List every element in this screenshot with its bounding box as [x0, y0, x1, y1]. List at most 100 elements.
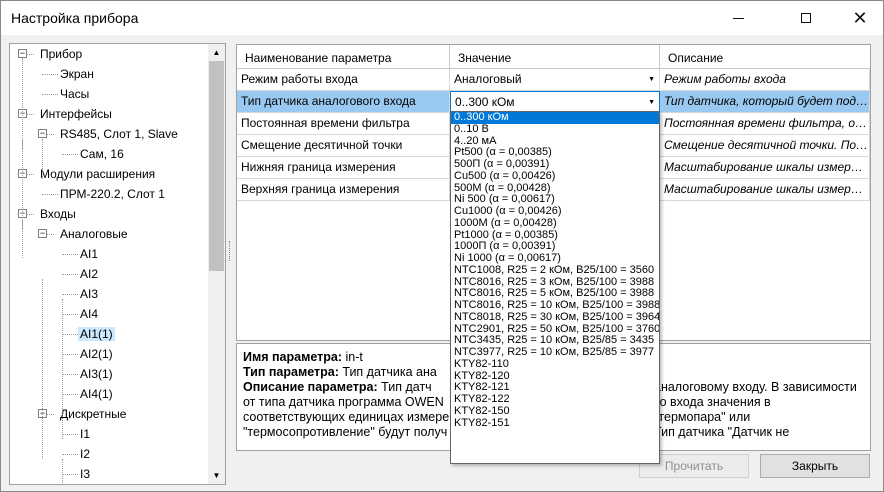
dropdown-option[interactable]: Pt500 (α = 0,00385) [451, 147, 659, 159]
info-desc-text-2a: от типа датчика программа OWEN [243, 395, 444, 409]
param-description-cell: Режим работы входа [660, 69, 870, 90]
info-desc-label: Описание параметра: [243, 380, 378, 394]
dropdown-option[interactable]: KTY82-120 [451, 371, 659, 383]
dropdown-option[interactable]: Cu500 (α = 0,00426) [451, 171, 659, 183]
param-name-cell: Тип датчика аналогового входа [237, 91, 450, 112]
tree-item[interactable]: ПРМ-220.2, Слот 1 [58, 185, 167, 203]
tree-item[interactable]: Экран [58, 65, 96, 83]
tree-item[interactable]: AI2 [78, 265, 100, 283]
dropdown-option[interactable]: 500П (α = 0,00391) [451, 159, 659, 171]
dropdown-option[interactable]: NTC2901, R25 = 50 кОм, B25/100 = 3760 [451, 324, 659, 336]
dropdown-option[interactable]: KTY82-151 [451, 418, 659, 430]
splitter-handle[interactable] [229, 241, 232, 261]
tree-collapse-icon[interactable]: − [18, 49, 27, 58]
dropdown-option[interactable]: 4..20 мА [451, 136, 659, 148]
dropdown-option[interactable]: NTC3435, R25 = 10 кОм, B25/85 = 3435 [451, 335, 659, 347]
dropdown-option[interactable]: KTY82-110 [451, 359, 659, 371]
tree-item[interactable]: Сам, 16 [78, 145, 126, 163]
tree-item[interactable]: AI4 [78, 305, 100, 323]
tree-item[interactable]: Модули расширения [38, 165, 157, 183]
tree-item[interactable]: AI4(1) [78, 385, 115, 403]
grid-row[interactable]: Тип датчика аналогового входа 0..300 кОм ▼… [237, 91, 870, 113]
maximize-button[interactable] [783, 1, 829, 35]
tree-connector [62, 454, 78, 455]
column-header-name[interactable]: Наименование параметра [237, 45, 450, 69]
tree-item[interactable]: AI3(1) [78, 365, 115, 383]
triangle-up-icon: ▲ [212, 48, 221, 57]
tree-item[interactable]: RS485, Слот 1, Slave [58, 125, 180, 143]
dropdown-option[interactable]: Pt1000 (α = 0,00385) [451, 230, 659, 242]
dropdown-option[interactable]: NTC1008, R25 = 2 кОм, B25/100 = 3560 [451, 265, 659, 277]
param-value-text: Аналоговый [454, 72, 522, 86]
dropdown-option[interactable]: NTC8016, R25 = 3 кОм, B25/100 = 3988 [451, 277, 659, 289]
tree-scrollbar[interactable]: ▲ ▼ [208, 44, 225, 484]
minimize-icon [732, 17, 744, 19]
tree-item[interactable]: AI2(1) [78, 345, 115, 363]
dropdown-option[interactable]: KTY82-122 [451, 394, 659, 406]
param-description-cell: Постоянная времени фильтра, от 0 до... [660, 113, 870, 134]
sensor-type-dropdown-list[interactable]: 0..300 кОм 0..10 В 4..20 мА Pt500 (α = 0,00… [450, 111, 660, 464]
dropdown-option[interactable]: NTC8016, R25 = 10 кОм, B25/100 = 3988 [451, 300, 659, 312]
tree-item[interactable]: I1 [78, 425, 92, 443]
dropdown-option[interactable]: NTC8016, R25 = 5 кОм, B25/100 = 3988 [451, 288, 659, 300]
scroll-thumb[interactable] [209, 61, 224, 271]
tree-guide-line [22, 139, 23, 149]
dropdown-arrow-icon[interactable]: ▼ [648, 92, 655, 111]
dropdown-option[interactable]: Cu1000 (α = 0,00426) [451, 206, 659, 218]
close-window-button[interactable]: ✕ [837, 1, 883, 35]
tree-item-label: Часы [60, 87, 90, 101]
column-header-value[interactable]: Значение [450, 45, 660, 69]
dropdown-option[interactable]: 1000М (α = 0,00428) [451, 218, 659, 230]
param-name-cell: Верхняя граница измерения [237, 179, 450, 200]
dropdown-option[interactable]: Ni 500 (α = 0,00617) [451, 194, 659, 206]
tree-guide-line [62, 299, 63, 439]
tree-collapse-icon[interactable]: − [38, 229, 47, 238]
dropdown-arrow-icon[interactable]: ▼ [648, 69, 655, 90]
tree-item[interactable]: AI3 [78, 285, 100, 303]
tree-item[interactable]: AI1 [78, 245, 100, 263]
dropdown-option[interactable]: 500М (α = 0,00428) [451, 183, 659, 195]
param-description-cell: Тип датчика, который будет подключё... [660, 91, 870, 112]
dropdown-option[interactable]: NTC3977, R25 = 10 кОм, B25/85 = 3977 [451, 347, 659, 359]
tree-connector [62, 274, 78, 275]
info-desc-text-3b: "термопара" или [654, 410, 751, 424]
tree-item[interactable]: I2 [78, 445, 92, 463]
tree-item[interactable]: Интерфейсы [38, 105, 114, 123]
tree-connector [62, 434, 78, 435]
dropdown-option[interactable]: 1000П (α = 0,00391) [451, 241, 659, 253]
param-value-cell[interactable]: Аналоговый ▼ [450, 69, 660, 90]
tree-item-label: I2 [80, 447, 91, 461]
tree-connector [62, 254, 78, 255]
tree-item[interactable]: Входы [38, 205, 78, 223]
dropdown-option[interactable]: 0..300 кОм [451, 112, 659, 124]
column-header-description[interactable]: Описание [660, 45, 870, 69]
tree-item[interactable]: Дискретные [58, 405, 128, 423]
device-tree[interactable]: − Прибор Экран Часы − Интерфейсы − RS485, Слот … [9, 43, 226, 485]
dropdown-option[interactable]: KTY82-150 [451, 406, 659, 418]
grid-row[interactable]: Режим работы входа Аналоговый ▼ Режим работ… [237, 69, 870, 91]
dropdown-option[interactable]: KTY82-121 [451, 382, 659, 394]
close-icon: ✕ [852, 8, 868, 28]
param-value-cell[interactable]: 0..300 кОм ▼ [450, 91, 660, 112]
tree-collapse-icon[interactable]: − [38, 129, 47, 138]
dropdown-option[interactable]: NTC8018, R25 = 30 кОм, B25/100 = 3964 [451, 312, 659, 324]
param-name-cell: Режим работы входа [237, 69, 450, 90]
title-bar: Настройка прибора ✕ [1, 1, 883, 35]
close-button[interactable]: Закрыть [760, 454, 870, 478]
dropdown-option[interactable]: Ni 1000 (α = 0,00617) [451, 253, 659, 265]
info-type-value: Тип датчика ана [342, 365, 437, 379]
minimize-button[interactable] [715, 1, 761, 35]
tree-item-label: RS485, Слот 1, Slave [60, 127, 178, 141]
tree-item[interactable]: Аналоговые [58, 225, 130, 243]
tree-item-label: Экран [60, 67, 94, 81]
scroll-up-button[interactable]: ▲ [208, 44, 225, 61]
tree-item-label: Прибор [40, 47, 83, 61]
tree-item[interactable]: Прибор [38, 45, 84, 63]
param-value-text: 0..300 кОм [455, 95, 515, 109]
dropdown-option[interactable]: 0..10 В [451, 124, 659, 136]
tree-item[interactable]: AI1(1) [78, 325, 115, 343]
info-desc-text-4b: Тип датчика "Датчик не [654, 425, 790, 439]
scroll-down-button[interactable]: ▼ [208, 467, 225, 484]
tree-item[interactable]: I3 [78, 465, 92, 483]
tree-item[interactable]: Часы [58, 85, 91, 103]
